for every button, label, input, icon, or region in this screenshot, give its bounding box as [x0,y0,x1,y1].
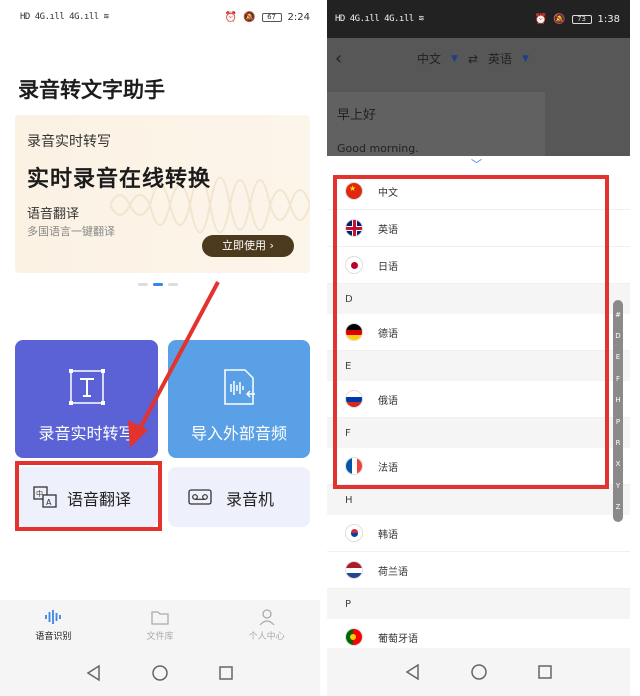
banner-description: 多国语言一键翻译 [27,225,115,238]
status-bar: HD 4G.ıll 4G.ıll ≋ ⏰ 🔕 73 1:38 [327,0,630,38]
tile-label: 录音实时转写 [38,424,135,443]
tab-label: 语音识别 [35,632,72,642]
clock: 2:24 [287,11,310,23]
highlight-annotation-box [15,461,162,531]
translated-text: Good morning. [337,142,419,155]
index-letter[interactable]: R [616,438,621,448]
korea-flag-icon [345,524,363,542]
language-label: 荷兰语 [378,566,408,578]
tab-label: 文件库 [146,632,174,642]
back-triangle-icon[interactable] [85,664,103,682]
tab-label: 个人中心 [248,632,285,642]
recents-square-icon[interactable] [217,664,235,682]
alphabet-index-bar[interactable]: # D E F H P R X Y Z [613,300,623,522]
section-header: H [327,485,630,515]
section-header: P [327,589,630,619]
portugal-flag-icon [345,628,363,646]
divider [320,0,327,696]
dimmed-background[interactable]: ‹ 中文 ▼ ⇄ 英语 ▼ 早上好 Good morning. [327,38,630,162]
recents-square-icon[interactable] [536,663,554,681]
index-letter[interactable]: E [616,352,620,362]
index-letter[interactable]: P [616,417,620,427]
dropdown-triangle-icon[interactable]: ▼ [522,54,529,64]
import-audio-tile[interactable]: 导入外部音频 [168,340,310,458]
signal-indicators: HD 4G.ıll 4G.ıll ≋ [20,12,109,22]
swap-icon[interactable]: ⇄ [468,52,478,66]
home-circle-icon[interactable] [470,663,488,681]
tab-profile[interactable]: 个人中心 [213,600,320,650]
clock: 1:38 [597,13,620,25]
banner-headline: 实时录音在线转换 [27,167,212,192]
status-bar: HD 4G.ıll 4G.ıll ≋ ⏰ 🔕 67 2:24 [0,0,320,34]
carousel-dot-active[interactable] [153,283,163,286]
carousel-indicator[interactable] [138,283,178,286]
system-nav-bar [327,648,630,696]
language-label: 韩语 [378,529,398,541]
folder-icon [151,611,169,625]
tile-label: 导入外部音频 [190,424,287,443]
person-icon [259,609,275,626]
language-option[interactable]: 荷兰语 [327,552,630,589]
page-title: 录音转文字助手 [18,78,165,102]
tab-voice-recognition[interactable]: 语音识别 [0,600,107,650]
dropdown-triangle-icon[interactable]: ▼ [451,54,458,64]
recorder-tile[interactable]: 录音机 [168,467,310,527]
carousel-dot[interactable] [168,283,178,286]
highlight-annotation-box [333,175,609,489]
signal-indicators: HD 4G.ıll 4G.ıll ≋ [335,14,424,24]
tile-label: 录音机 [226,490,275,509]
index-letter[interactable]: Z [616,502,621,512]
index-letter[interactable]: H [615,395,620,405]
language-switcher: 中文 ▼ ⇄ 英语 ▼ [417,50,529,67]
tab-file-library[interactable]: 文件库 [107,600,214,650]
source-language[interactable]: 中文 [417,50,441,67]
carousel-dot[interactable] [138,283,148,286]
use-now-button[interactable]: 立即使用 › [202,235,294,257]
left-phone-screen: HD 4G.ıll 4G.ıll ≋ ⏰ 🔕 67 2:24 录音转文字助手 录… [0,0,320,696]
language-picker-sheet: ﹀ ★ 中文 英语 日语 D 德语 E 俄语 F 法语 H 韩语 荷兰语 P 葡萄牙语 # D E F H P R X Y Z [327,156,630,656]
promo-banner[interactable]: 录音实时转写 实时录音在线转换 语音翻译 多国语言一键翻译 立即使用 › [15,115,310,273]
alarm-icon: ⏰ [534,13,548,25]
index-letter[interactable]: X [616,459,621,469]
language-option[interactable]: 韩语 [327,515,630,552]
index-letter[interactable]: D [615,331,620,341]
tape-recorder-icon [188,489,212,505]
right-phone-screen: HD 4G.ıll 4G.ıll ≋ ⏰ 🔕 73 1:38 ‹ 中文 ▼ ⇄ … [327,0,630,696]
back-triangle-icon[interactable] [404,663,422,681]
battery-icon: 67 [261,12,282,22]
collapse-chevron-icon[interactable]: ﹀ [471,156,482,172]
realtime-transcribe-tile[interactable]: 录音实时转写 [15,340,158,458]
text-box-icon [68,369,105,405]
index-letter[interactable]: # [615,310,621,320]
waveform-icon [45,610,62,624]
index-letter[interactable]: F [616,374,620,384]
target-language[interactable]: 英语 [488,50,512,67]
back-arrow-icon[interactable]: ‹ [335,48,342,69]
netherlands-flag-icon [345,561,363,579]
bottom-tab-bar: 语音识别 文件库 个人中心 [0,600,320,650]
mute-icon: 🔕 [243,11,256,23]
source-text: 早上好 [337,108,377,123]
alarm-icon: ⏰ [224,11,238,23]
system-nav-bar [0,650,320,696]
home-circle-icon[interactable] [151,664,169,682]
mute-icon: 🔕 [553,13,566,25]
battery-icon: 73 [571,14,592,24]
index-letter[interactable]: Y [616,481,620,491]
banner-subtitle: 录音实时转写 [27,134,111,150]
import-audio-icon [224,369,255,405]
language-label: 葡萄牙语 [378,633,418,645]
banner-feature: 语音翻译 [27,207,80,222]
